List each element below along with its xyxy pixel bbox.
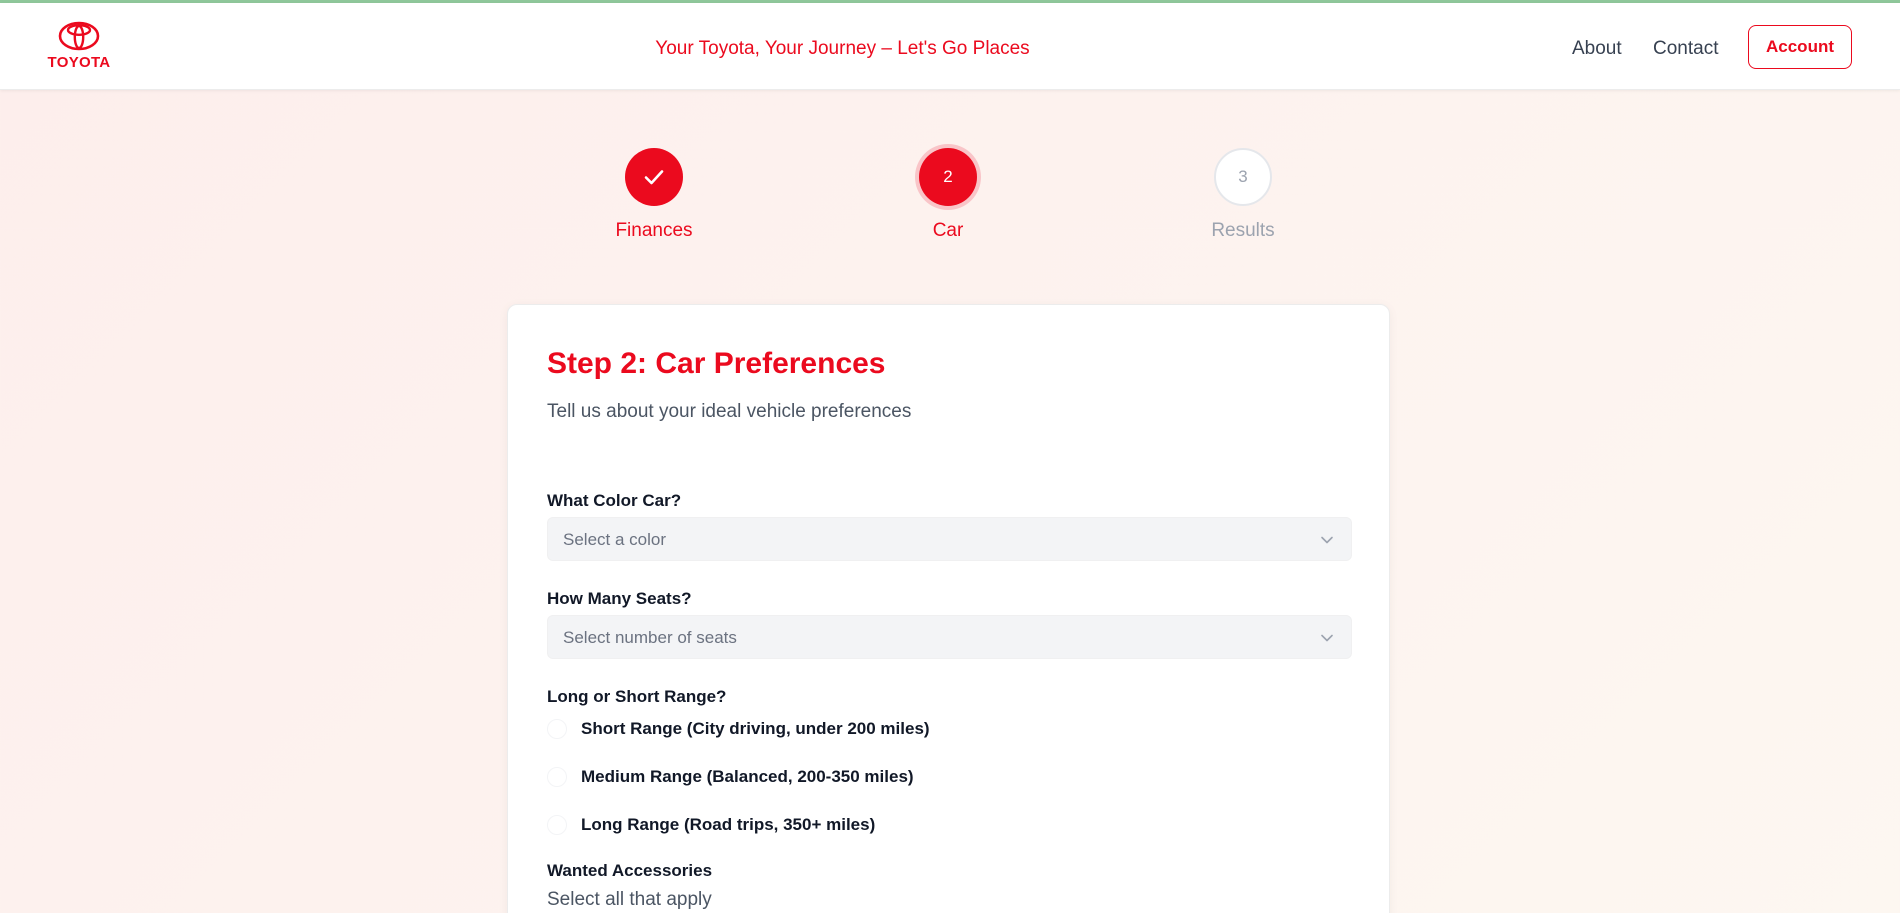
color-field-label: What Color Car? (547, 491, 682, 510)
form-subtitle: Tell us about your ideal vehicle prefere… (547, 401, 912, 422)
accessories-field-label: Wanted Accessories (547, 861, 713, 880)
step-label: Car (932, 220, 964, 241)
step-number-circle: 3 (1214, 148, 1272, 206)
car-preferences-card: Step 2: Car Preferences Tell us about yo… (507, 304, 1390, 913)
account-button[interactable]: Account (1748, 25, 1852, 69)
radio-label: Long Range (Road trips, 350+ miles) (581, 815, 876, 834)
logo-wordmark: TOYOTA (47, 54, 111, 71)
range-field-label: Long or Short Range? (547, 687, 727, 706)
seats-field-label: How Many Seats? (547, 589, 692, 608)
seats-select-placeholder: Select number of seats (563, 628, 737, 647)
step-number-circle: 2 (919, 148, 977, 206)
toyota-logo[interactable]: TOYOTA (45, 21, 113, 77)
seats-select[interactable]: Select number of seats (547, 615, 1352, 659)
chevron-down-icon (1321, 634, 1333, 642)
nav-contact-link[interactable]: Contact (1653, 38, 1718, 60)
radio-button[interactable] (547, 719, 567, 739)
checkmark-icon (644, 170, 664, 185)
radio-button[interactable] (547, 767, 567, 787)
step-finances[interactable]: Finances (574, 148, 734, 242)
toyota-emblem-icon (58, 21, 100, 51)
header-tagline: Your Toyota, Your Journey – Let's Go Pla… (655, 38, 1030, 59)
accessories-hint: Select all that apply (547, 889, 712, 910)
chevron-down-icon (1321, 536, 1333, 544)
step-label: Finances (615, 220, 693, 241)
color-select[interactable]: Select a color (547, 517, 1352, 561)
form-title: Step 2: Car Preferences (547, 347, 886, 380)
nav-about-link[interactable]: About (1572, 38, 1622, 60)
radio-label: Medium Range (Balanced, 200-350 miles) (581, 767, 914, 786)
step-label: Results (1211, 220, 1275, 241)
radio-label: Short Range (City driving, under 200 mil… (581, 719, 930, 738)
radio-button[interactable] (547, 815, 567, 835)
step-results[interactable]: 3 Results (1163, 148, 1323, 242)
step-car[interactable]: 2 Car (868, 148, 1028, 242)
color-select-placeholder: Select a color (563, 530, 666, 549)
site-header: TOYOTA Your Toyota, Your Journey – Let's… (0, 3, 1900, 90)
step-complete-circle (625, 148, 683, 206)
